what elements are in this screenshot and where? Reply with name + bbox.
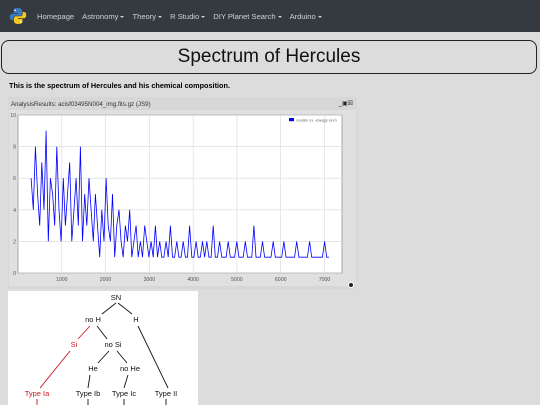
caret-down-icon [158, 15, 163, 18]
navbar: Homepage Astronomy Theory R Studio DIY P… [0, 0, 540, 32]
tree-node-h: H [133, 315, 138, 324]
x-tick-label: 6000 [275, 277, 287, 283]
spectrum-plot: 1000 2000 3000 4000 5000 6000 7000 0 2 4 6 8 10 coun… [9, 110, 356, 286]
tree-node-ic: Type Ic [112, 389, 136, 398]
page-title: Spectrum of Hercules [177, 46, 361, 67]
tree-node-noh: no H [85, 315, 101, 324]
caret-down-icon [201, 15, 206, 18]
y-tick-label: 6 [13, 176, 16, 182]
plot-grid [17, 114, 343, 274]
tree-edge-he-ib [87, 374, 91, 389]
tree-node-nohe: no He [120, 364, 140, 373]
y-tick-label: 10 [10, 113, 16, 119]
python-logo-icon[interactable] [9, 7, 27, 25]
tree-edge-nohe-ic [123, 374, 129, 389]
tree-node-ib: Type Ib [76, 389, 101, 398]
tree-node-ia: Type Ia [25, 389, 50, 398]
legend-label: counts vs. energy (ev) [296, 117, 337, 122]
nav-theory-dropdown[interactable]: Theory [132, 12, 163, 21]
window-controls[interactable]: _▣☒ [339, 100, 353, 107]
tree-node-si: Si [71, 340, 78, 349]
sn-tree-svg: SN no H H Si no Si He no He Type Ia Type Ib Type … [25, 293, 178, 405]
x-tick-label: 5000 [231, 277, 243, 283]
gear-icon[interactable] [348, 282, 354, 288]
tree-edge-nosi-he [97, 350, 110, 364]
nav-arduino-dropdown[interactable]: Arduino [290, 12, 322, 21]
caret-down-icon [120, 15, 125, 18]
y-tick-label: 8 [13, 145, 16, 151]
x-tick-label: 1000 [56, 277, 68, 283]
tree-edge-noh-si [77, 325, 91, 340]
y-tick-label: 4 [13, 208, 16, 214]
x-tick-label: 7000 [319, 277, 331, 283]
spectrum-chart-svg: 1000 2000 3000 4000 5000 6000 7000 0 2 4 6 8 10 coun… [10, 113, 343, 283]
tree-edge-noh-nosi [96, 325, 108, 340]
tree-edge-sn-noh [101, 302, 117, 315]
x-tick-label: 2000 [100, 277, 112, 283]
caret-down-icon [277, 15, 282, 18]
nav-rstudio-dropdown[interactable]: R Studio [170, 12, 206, 21]
nav-diy-planet-search-dropdown[interactable]: DIY Planet Search [213, 12, 282, 21]
x-tick-label: 4000 [187, 277, 199, 283]
intro-text: This is the spectrum of Hercules and his… [9, 81, 230, 90]
sn-classification-diagram: SN no H H Si no Si He no He Type Ia Type Ib Type … [8, 291, 198, 405]
nav-menu: Homepage Astronomy Theory R Studio DIY P… [37, 0, 322, 32]
tree-edge-si-ia [39, 350, 71, 389]
tree-node-sn: SN [111, 293, 121, 302]
x-tick-label: 3000 [144, 277, 156, 283]
tree-node-ii: Type II [155, 389, 178, 398]
legend-swatch [289, 118, 294, 122]
caret-down-icon [317, 15, 322, 18]
plot-legend: counts vs. energy (ev) [289, 117, 337, 122]
nav-astronomy-dropdown[interactable]: Astronomy [82, 12, 125, 21]
tree-edge-sn-h [117, 302, 133, 315]
y-tick-label: 0 [13, 271, 16, 277]
tree-edge-h-ii [137, 325, 169, 389]
tree-node-he: He [88, 364, 98, 373]
page-title-box: Spectrum of Hercules [1, 40, 537, 74]
js9-analysis-panel: AnalysisResults: acisf03495N004_img.fits… [8, 97, 357, 289]
js9-window-title: AnalysisResults: acisf03495N004_img.fits… [11, 101, 151, 108]
tree-node-nosi: no Si [104, 340, 121, 349]
nav-homepage[interactable]: Homepage [37, 12, 74, 21]
tree-edge-nosi-nohe [116, 350, 128, 364]
plot-frame [17, 114, 343, 274]
y-tick-label: 2 [13, 239, 16, 245]
